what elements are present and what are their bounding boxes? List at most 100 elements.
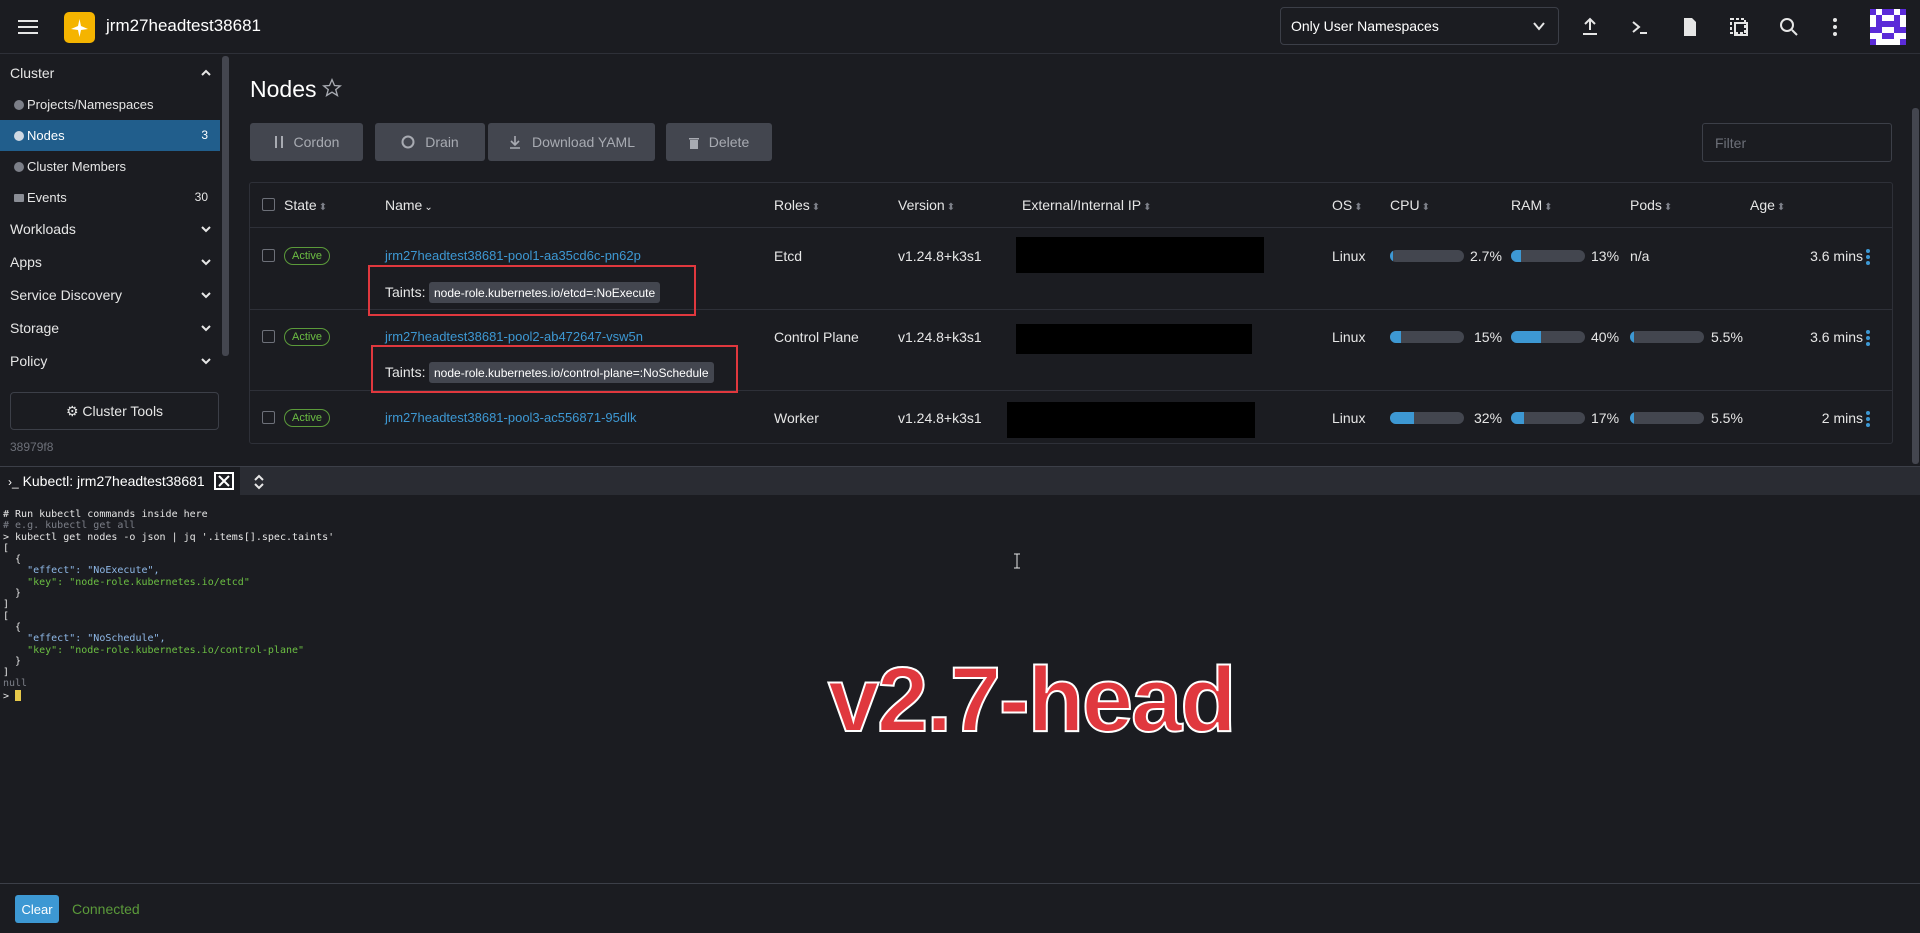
node-name-link[interactable]: jrm27headtest38681-pool1-aa35cd6c-pn62p: [385, 248, 641, 263]
cpu-bar: [1390, 412, 1464, 424]
terminal-line: # e.g. kubectl get all: [3, 520, 136, 532]
chevron-down-icon[interactable]: [200, 256, 212, 268]
ram-bar: [1511, 331, 1585, 343]
sidebar: Cluster Projects/Namespaces Nodes 3 Clus…: [0, 55, 230, 465]
drain-button[interactable]: Drain: [375, 123, 485, 161]
page-title: Nodes: [250, 76, 317, 102]
column-header-name[interactable]: Name ⌄: [385, 197, 433, 213]
sort-icon: ⬍: [1143, 202, 1152, 213]
column-header-ram[interactable]: RAM ⬍: [1511, 197, 1553, 213]
node-name-link[interactable]: jrm27headtest38681-pool2-ab472647-vsw5n: [385, 329, 643, 344]
terminal-line: "effect": "NoExecute",: [3, 565, 160, 577]
column-header-roles[interactable]: Roles ⬍: [774, 197, 820, 213]
ram-value: 40%: [1591, 329, 1620, 345]
terminal-line: "effect": "NoSchedule",: [3, 633, 166, 645]
cluster-tools-label: Cluster Tools: [82, 403, 164, 419]
user-avatar[interactable]: [1870, 9, 1906, 45]
drain-label: Drain: [425, 134, 459, 150]
row-actions-icon[interactable]: [1859, 328, 1877, 350]
column-label: Age: [1750, 197, 1775, 213]
terminal-line: "key": "node-role.kubernetes.io/control-…: [3, 644, 305, 656]
column-header-version[interactable]: Version ⬍: [898, 197, 955, 213]
cpu-value: 15%: [1474, 329, 1503, 345]
namespace-filter-select[interactable]: Only User Namespaces: [1280, 7, 1559, 45]
sidebar-group-storage[interactable]: Storage: [10, 320, 59, 336]
download-kubeconfig-icon[interactable]: [1678, 15, 1702, 39]
sidebar-group-label: Service Discovery: [10, 287, 123, 303]
ram-value: 13%: [1591, 248, 1620, 264]
node-name-link[interactable]: jrm27headtest38681-pool3-ac556871-95dlk: [385, 410, 637, 425]
row-checkbox[interactable]: [262, 249, 275, 262]
chevron-down-icon[interactable]: [200, 322, 212, 334]
select-all-checkbox[interactable]: [262, 198, 275, 211]
delete-button[interactable]: Delete: [666, 123, 772, 161]
sidebar-group-cluster[interactable]: Cluster: [10, 65, 54, 81]
chevron-up-icon[interactable]: [200, 67, 212, 79]
column-label: External/Internal IP: [1022, 197, 1142, 213]
chevron-down-icon[interactable]: [200, 223, 212, 235]
sidebar-item-label: Projects/Namespaces: [27, 97, 154, 112]
sort-icon: ⬍: [946, 202, 956, 213]
sidebar-item-label: Nodes: [27, 128, 65, 143]
expand-collapse-icon[interactable]: [248, 471, 270, 493]
import-yaml-icon[interactable]: [1578, 15, 1602, 39]
close-icon[interactable]: [214, 472, 234, 490]
row-actions-icon[interactable]: [1859, 247, 1877, 269]
download-icon: [508, 135, 522, 149]
terminal-line: }: [3, 655, 22, 667]
sidebar-item-events[interactable]: Events 30: [0, 182, 220, 213]
cordon-button[interactable]: Cordon: [250, 123, 363, 161]
cordon-label: Cordon: [293, 134, 340, 150]
cpu-bar-fill: [1390, 412, 1414, 424]
sidebar-item-projects-namespaces[interactable]: Projects/Namespaces: [0, 89, 220, 120]
download-yaml-button[interactable]: Download YAML: [488, 123, 655, 161]
cluster-name: jrm27headtest38681: [106, 16, 262, 35]
pods-bar-fill: [1630, 412, 1635, 424]
chevron-down-icon: [1533, 22, 1545, 31]
row-checkbox[interactable]: [262, 330, 275, 343]
sort-icon: ⬍: [1776, 202, 1786, 213]
column-header-pods[interactable]: Pods ⬍: [1630, 197, 1672, 213]
sidebar-group-service-discovery[interactable]: Service Discovery: [10, 287, 122, 303]
sidebar-scrollbar[interactable]: [222, 56, 229, 356]
sidebar-group-apps[interactable]: Apps: [10, 254, 42, 270]
chevron-down-icon[interactable]: [200, 289, 212, 301]
column-header-state[interactable]: State ⬍: [284, 197, 327, 213]
sidebar-group-policy[interactable]: Policy: [10, 353, 47, 369]
namespace-filter-value: Only User Namespaces: [1291, 18, 1439, 34]
sidebar-group-label: Apps: [10, 254, 42, 270]
column-header-os[interactable]: OS ⬍: [1332, 197, 1363, 213]
node-version: v1.24.8+k3s1: [898, 329, 982, 345]
shell-tab-bar: ›_ Kubectl: jrm27headtest38681: [0, 466, 1920, 496]
main-scrollbar[interactable]: [1912, 108, 1919, 464]
cpu-bar: [1390, 250, 1464, 262]
column-label: Version: [898, 197, 945, 213]
gear-icon: ⚙: [65, 403, 79, 419]
redacted-ip: [1016, 237, 1264, 273]
copy-kubeconfig-icon[interactable]: [1727, 15, 1751, 39]
search-icon[interactable]: [1777, 15, 1801, 39]
sidebar-item-cluster-members[interactable]: Cluster Members: [0, 151, 220, 182]
ram-bar-fill: [1511, 412, 1524, 424]
menu-icon[interactable]: [16, 16, 40, 38]
cpu-bar-fill: [1390, 250, 1393, 262]
sidebar-item-nodes[interactable]: Nodes 3: [0, 120, 220, 151]
column-header-ip[interactable]: External/Internal IP ⬍: [1022, 197, 1151, 213]
cluster-tools-button[interactable]: ⚙ Cluster Tools: [10, 392, 219, 430]
clear-button[interactable]: Clear: [15, 895, 59, 923]
more-options-icon[interactable]: [1823, 15, 1847, 39]
column-header-age[interactable]: Age ⬍: [1750, 197, 1785, 213]
chevron-down-icon[interactable]: [200, 355, 212, 367]
row-checkbox[interactable]: [262, 411, 275, 424]
node-os: Linux: [1332, 248, 1366, 264]
column-label: CPU: [1390, 197, 1420, 213]
star-icon[interactable]: [322, 78, 342, 98]
sidebar-group-workloads[interactable]: Workloads: [10, 221, 76, 237]
row-actions-icon[interactable]: [1859, 409, 1877, 431]
kubectl-shell-tab[interactable]: ›_ Kubectl: jrm27headtest38681: [0, 467, 240, 496]
cpu-value: 2.7%: [1470, 248, 1502, 264]
filter-input[interactable]: [1702, 123, 1892, 162]
kubectl-shell-icon[interactable]: [1628, 15, 1652, 39]
column-header-cpu[interactable]: CPU ⬍: [1390, 197, 1430, 213]
pods-value: n/a: [1630, 248, 1650, 264]
